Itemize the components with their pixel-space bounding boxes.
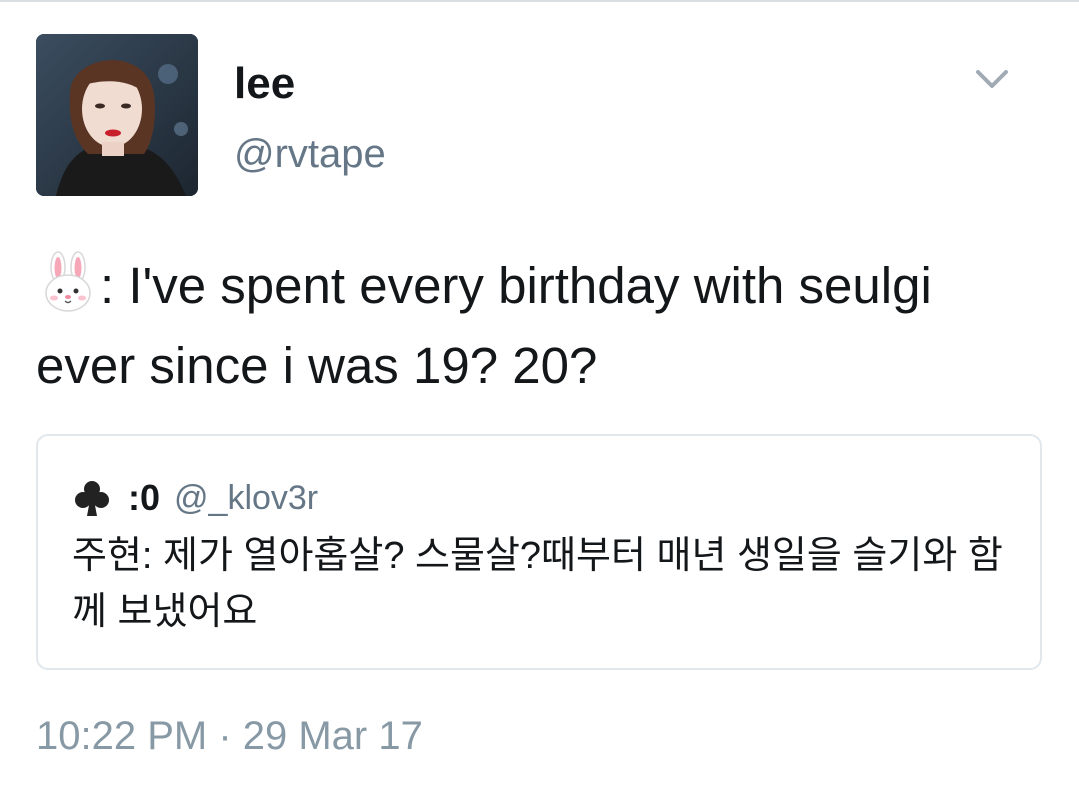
quoted-tweet-header: :0 @_klov3r — [72, 476, 318, 520]
club-suit-icon — [75, 481, 109, 516]
author-handle[interactable]: @rvtape — [234, 134, 386, 174]
tweet-text: : I've spent every birthday with seulgi … — [36, 246, 1036, 406]
tweet-body: : I've spent every birthday with seulgi … — [36, 257, 932, 394]
tweet-timestamp[interactable]: 10:22 PM · 29 Mar 17 — [36, 716, 423, 756]
chevron-down-icon — [976, 70, 1008, 88]
quoted-tweet-text: 주현: 제가 열아홉살? 스물살?때부터 매년 생일을 슬기와 함께 보냈어요 — [72, 535, 1003, 633]
top-divider — [0, 0, 1079, 2]
quoted-tweet-card[interactable]: :0 @_klov3r 주현: 제가 열아홉살? 스물살?때부터 매년 생일을 … — [36, 434, 1042, 670]
quoted-author-handle[interactable]: @_klov3r — [174, 479, 318, 518]
avatar[interactable] — [36, 34, 198, 196]
author-display-name[interactable]: lee — [234, 62, 295, 106]
tweet-menu-button[interactable] — [970, 60, 1014, 100]
quoted-author-name[interactable]: :0 — [128, 477, 160, 519]
rabbit-face-icon — [36, 251, 100, 315]
